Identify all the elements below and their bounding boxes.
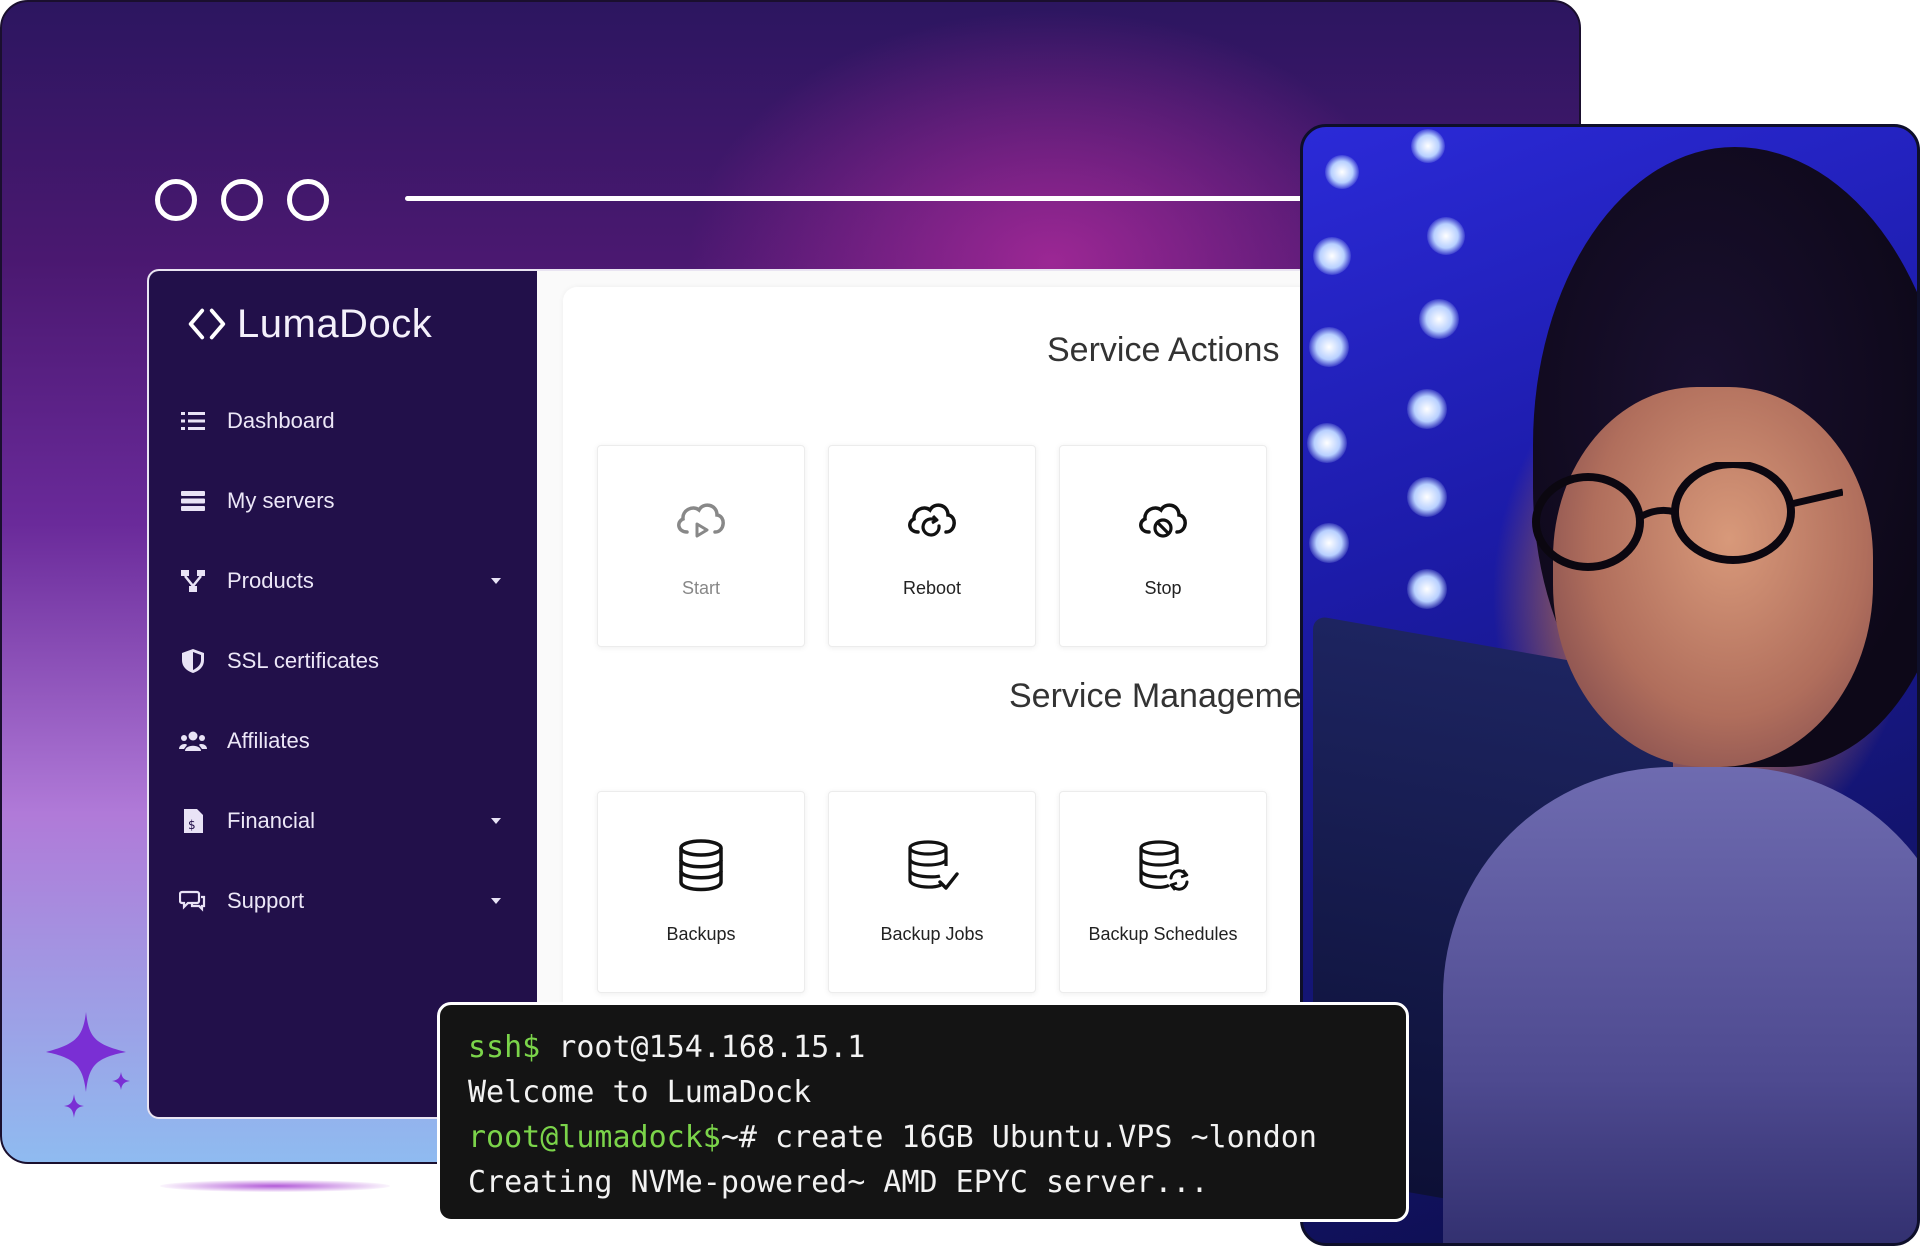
sitemap-icon: [181, 570, 205, 592]
bokeh-light: [1325, 155, 1359, 189]
service-backups[interactable]: Backups: [597, 791, 805, 993]
card-label: Backup Jobs: [880, 924, 984, 944]
sidebar-item-dashboard[interactable]: Dashboard: [149, 381, 537, 461]
service-action-start[interactable]: Start: [597, 445, 805, 647]
bokeh-light: [1407, 477, 1447, 517]
window-control-circle-2: [221, 179, 263, 221]
terminal-prompt: ssh$: [468, 1030, 541, 1065]
card-label: Reboot: [902, 578, 962, 598]
cloud-stop-icon: [1139, 503, 1187, 538]
list-icon: [181, 412, 205, 430]
cloud-play-icon: [677, 503, 725, 538]
server-icon: [181, 491, 205, 511]
sidebar-item-label: Dashboard: [227, 408, 335, 433]
bokeh-light: [1407, 389, 1447, 429]
section-title-service-actions: Service Actions: [1047, 331, 1280, 369]
sidebar-item-support[interactable]: Support: [149, 861, 537, 941]
window-control-circle-1: [155, 179, 197, 221]
bokeh-light: [1307, 423, 1347, 463]
face: [1553, 387, 1873, 767]
sidebar-item-label: Products: [227, 568, 314, 593]
card-label: Start: [681, 578, 720, 598]
shirt: [1443, 767, 1917, 1243]
chevron-down-icon: [491, 818, 501, 824]
terminal-window: ssh$ root@154.168.15.1 Welcome to LumaDo…: [437, 1002, 1409, 1222]
invoice-icon: $: [184, 809, 203, 833]
bokeh-light: [1309, 327, 1349, 367]
terminal-line-2: Welcome to LumaDock: [468, 1075, 812, 1110]
sidebar-item-my-servers[interactable]: My servers: [149, 461, 537, 541]
app-window: LumaDock Dashboard My servers Products S…: [147, 269, 1311, 1119]
glasses-icon: [1532, 462, 1843, 571]
terminal-prompt: root@lumadock$: [468, 1120, 721, 1155]
bokeh-light: [1419, 299, 1459, 339]
sparkle-icon: [46, 1012, 130, 1118]
chevron-down-icon: [491, 578, 501, 584]
bokeh-light: [1309, 523, 1349, 563]
sidebar-item-label: My servers: [227, 488, 335, 513]
bokeh-light: [1411, 129, 1445, 163]
sidebar-item-label: Affiliates: [227, 728, 310, 753]
sidebar-nav: Dashboard My servers Products SSL certif…: [149, 381, 537, 941]
section-title-service-management: Service Manageme: [1009, 677, 1302, 715]
database-sync-icon: [1139, 840, 1189, 891]
chevron-down-icon: [491, 898, 501, 904]
card-label: Backup Schedules: [1088, 924, 1238, 944]
terminal-line-4: Creating NVMe-powered~ AMD EPYC server..…: [468, 1165, 1209, 1200]
sidebar-item-ssl-certificates[interactable]: SSL certificates: [149, 621, 537, 701]
card-label: Backups: [666, 924, 736, 944]
brand-logo[interactable]: LumaDock: [183, 301, 432, 347]
database-check-icon: [908, 840, 959, 890]
terminal-command: ~# create 16GB Ubuntu.VPS ~london: [720, 1120, 1317, 1155]
service-backup-jobs[interactable]: Backup Jobs: [828, 791, 1036, 993]
sidebar-item-products[interactable]: Products: [149, 541, 537, 621]
cloud-refresh-icon: [908, 503, 956, 537]
address-bar-line: [405, 196, 1325, 201]
chat-icon: [179, 890, 206, 912]
terminal-command: root@154.168.15.1: [540, 1030, 866, 1065]
service-backup-schedules[interactable]: Backup Schedules: [1059, 791, 1267, 993]
terminal-line-1: ssh$ root@154.168.15.1: [468, 1025, 1406, 1070]
sidebar-item-affiliates[interactable]: Affiliates: [149, 701, 537, 781]
brand-name: LumaDock: [237, 301, 433, 346]
sidebar-item-label: SSL certificates: [227, 648, 380, 673]
svg-text:$: $: [188, 818, 196, 832]
sidebar: LumaDock Dashboard My servers Products S…: [149, 271, 537, 1117]
terminal-line-3: root@lumadock$~# create 16GB Ubuntu.VPS …: [468, 1115, 1406, 1160]
database-icon: [679, 839, 723, 892]
sidebar-item-financial[interactable]: $ Financial: [149, 781, 537, 861]
bokeh-light: [1407, 569, 1447, 609]
service-action-stop[interactable]: Stop: [1059, 445, 1267, 647]
bokeh-light: [1427, 217, 1465, 255]
services-panel: Service Actions Start Reboot Stop Servic…: [563, 287, 1309, 1117]
shield-icon: [182, 649, 204, 673]
sidebar-item-label: Support: [227, 888, 305, 913]
users-icon: [179, 731, 207, 751]
bokeh-light: [1313, 237, 1351, 275]
glow-underline: [160, 1180, 390, 1192]
code-brackets-icon: [188, 308, 226, 340]
sidebar-item-label: Financial: [227, 808, 316, 833]
main-content: Service Actions Start Reboot Stop Servic…: [537, 271, 1309, 1117]
window-control-circle-3: [287, 179, 329, 221]
service-action-reboot[interactable]: Reboot: [828, 445, 1036, 647]
card-label: Stop: [1144, 578, 1182, 598]
